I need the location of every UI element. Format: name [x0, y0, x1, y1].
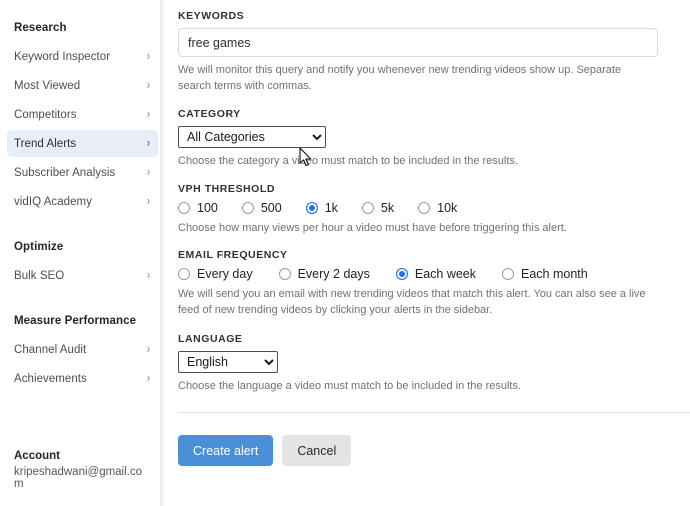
- radio-icon-selected: [395, 268, 408, 281]
- language-label: LANGUAGE: [178, 332, 243, 345]
- form-actions: Create alert Cancel: [178, 435, 658, 467]
- sidebar-section-title-measure-performance: Measure Performance: [14, 315, 137, 327]
- keywords-label: KEYWORDS: [178, 10, 245, 22]
- email-frequency-label: EMAIL FREQUENCY: [178, 249, 288, 262]
- category-help: Choose the category a video must match t…: [178, 155, 518, 168]
- sidebar-item-label: Achievements: [14, 372, 87, 385]
- vph-threshold-group: VPH THRESHOLD 100 500 1k 5k 10k Choose h…: [178, 183, 658, 237]
- sidebar-item-competitors[interactable]: Competitors ›: [7, 101, 158, 128]
- vph-threshold-radio-group: 100 500 1k 5k 10k: [178, 201, 658, 215]
- radio-icon: [418, 201, 431, 214]
- sidebar-item-label: Bulk SEO: [14, 269, 65, 282]
- chevron-right-icon: ›: [146, 370, 150, 386]
- vph-option-label: 1k: [324, 200, 338, 215]
- email-frequency-radio-group: Every day Every 2 days Each week Each mo…: [178, 267, 658, 281]
- radio-icon: [178, 268, 190, 281]
- vph-option-label: 100: [197, 200, 218, 215]
- frequency-option-every-2-days[interactable]: Every 2 days: [278, 267, 370, 282]
- sidebar-section-title-research: Research: [14, 22, 67, 34]
- account-block[interactable]: Account kripeshadwani@gmail.com: [0, 450, 165, 506]
- keywords-input[interactable]: [178, 28, 658, 57]
- language-select[interactable]: English: [178, 350, 278, 373]
- radio-icon: [178, 201, 190, 214]
- sidebar-item-label: Keyword Inspector: [14, 50, 111, 63]
- trend-alert-form: KEYWORDS We will monitor this query and …: [165, 0, 690, 506]
- email-frequency-help: We will send you an email with new trend…: [178, 288, 646, 317]
- frequency-option-label: Every day: [197, 267, 253, 282]
- sidebar-item-channel-audit[interactable]: Channel Audit ›: [7, 336, 158, 363]
- app-root: Research Keyword Inspector › Most Viewed…: [0, 0, 690, 506]
- chevron-right-icon: ›: [146, 135, 150, 151]
- vph-option-10k[interactable]: 10k: [418, 201, 457, 215]
- vph-option-5k[interactable]: 5k: [361, 200, 395, 215]
- vph-option-500[interactable]: 500: [241, 200, 282, 215]
- vph-threshold-help: Choose how many views per hour a video m…: [178, 221, 567, 234]
- frequency-option-each-month[interactable]: Each month: [502, 267, 588, 281]
- sidebar-item-label: Channel Audit: [14, 343, 87, 356]
- account-title: Account: [14, 450, 60, 462]
- create-alert-button[interactable]: Create alert: [178, 435, 274, 467]
- frequency-option-label: Each month: [521, 267, 588, 282]
- radio-icon: [502, 268, 515, 281]
- category-select[interactable]: All Categories: [178, 126, 326, 149]
- language-group: LANGUAGE English Choose the language a v…: [178, 333, 658, 395]
- chevron-right-icon: ›: [146, 267, 150, 283]
- sidebar-item-label: vidIQ Academy: [14, 195, 92, 208]
- sidebar-item-vidiq-academy[interactable]: vidIQ Academy ›: [7, 188, 158, 215]
- language-help: Choose the language a video must match t…: [178, 379, 522, 392]
- radio-icon: [361, 201, 374, 214]
- category-group: CATEGORY All Categories Choose the categ…: [178, 108, 658, 170]
- cancel-button[interactable]: Cancel: [282, 435, 352, 467]
- frequency-option-each-week[interactable]: Each week: [395, 267, 477, 282]
- frequency-option-label: Each week: [414, 267, 477, 282]
- sidebar-section-title-optimize: Optimize: [14, 241, 64, 253]
- vph-option-label: 10k: [437, 200, 458, 215]
- vph-option-label: 5k: [380, 200, 395, 215]
- chevron-right-icon: ›: [146, 341, 150, 357]
- sidebar-item-keyword-inspector[interactable]: Keyword Inspector ›: [7, 43, 158, 70]
- sidebar-item-most-viewed[interactable]: Most Viewed ›: [7, 72, 158, 99]
- sidebar-item-achievements[interactable]: Achievements ›: [7, 365, 158, 392]
- sidebar-nav: Research Keyword Inspector › Most Viewed…: [0, 16, 165, 450]
- sidebar-item-label: Most Viewed: [14, 79, 81, 92]
- sidebar-item-bulk-seo[interactable]: Bulk SEO ›: [7, 262, 158, 289]
- frequency-option-label: Every 2 days: [297, 267, 370, 282]
- radio-icon-selected: [305, 201, 318, 214]
- chevron-right-icon: ›: [146, 106, 150, 122]
- vph-threshold-label: VPH THRESHOLD: [178, 182, 275, 195]
- sidebar-item-label: Trend Alerts: [14, 137, 77, 150]
- chevron-right-icon: ›: [146, 77, 150, 93]
- form-divider: [178, 412, 690, 414]
- chevron-right-icon: ›: [146, 164, 150, 180]
- sidebar: Research Keyword Inspector › Most Viewed…: [0, 0, 165, 506]
- vph-option-100[interactable]: 100: [178, 201, 218, 215]
- keywords-help: We will monitor this query and notify yo…: [178, 64, 622, 92]
- category-label: CATEGORY: [178, 108, 241, 121]
- email-frequency-group: EMAIL FREQUENCY Every day Every 2 days E…: [178, 249, 658, 318]
- radio-icon: [278, 268, 291, 281]
- keywords-group: KEYWORDS We will monitor this query and …: [178, 10, 658, 94]
- radio-icon: [241, 201, 254, 214]
- sidebar-item-label: Subscriber Analysis: [14, 166, 116, 179]
- sidebar-item-trend-alerts[interactable]: Trend Alerts ›: [7, 130, 158, 157]
- chevron-right-icon: ›: [146, 48, 150, 64]
- sidebar-item-label: Competitors: [14, 108, 77, 121]
- chevron-right-icon: ›: [146, 193, 150, 209]
- vph-option-1k[interactable]: 1k: [305, 200, 338, 215]
- sidebar-item-subscriber-analysis[interactable]: Subscriber Analysis ›: [7, 159, 158, 186]
- frequency-option-every-day[interactable]: Every day: [178, 267, 253, 281]
- account-email: kripeshadwani@gmail.com: [14, 466, 143, 490]
- vph-option-label: 500: [260, 200, 282, 215]
